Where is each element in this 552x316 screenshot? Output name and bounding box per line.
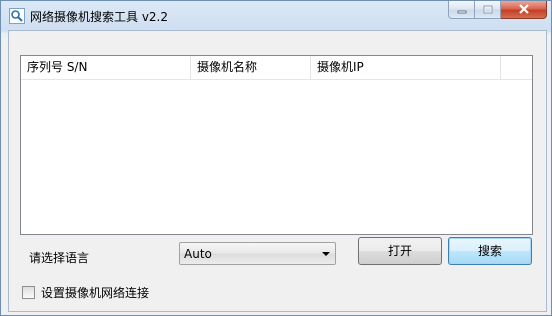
maximize-icon <box>483 3 493 17</box>
open-button[interactable]: 打开 <box>358 237 442 265</box>
network-setting-row[interactable]: 设置摄像机网络连接 <box>22 284 149 301</box>
caption-buttons <box>448 1 547 20</box>
language-select-value: Auto <box>184 247 212 261</box>
column-header-camera-name[interactable]: 摄像机名称 <box>191 56 311 79</box>
chevron-down-icon <box>322 252 330 256</box>
network-setting-checkbox[interactable] <box>22 286 35 299</box>
close-icon <box>518 3 530 17</box>
column-header-camera-ip[interactable]: 摄像机IP <box>311 56 501 79</box>
client-area: 序列号 S/N 摄像机名称 摄像机IP 请选择语言 Auto 打开 搜索 设置摄… <box>8 30 547 312</box>
close-button[interactable] <box>501 1 547 19</box>
column-header-empty <box>501 56 532 79</box>
app-window: 网络摄像机搜索工具 v2.2 序列号 S/N 摄像机名称 摄像机IP 请选择语言… <box>0 0 552 316</box>
maximize-button[interactable] <box>475 1 501 19</box>
language-select[interactable]: Auto <box>179 242 336 265</box>
camera-list[interactable]: 序列号 S/N 摄像机名称 摄像机IP <box>20 55 533 235</box>
language-label: 请选择语言 <box>29 251 90 265</box>
minimize-icon <box>457 3 467 17</box>
magnifier-icon <box>9 8 25 24</box>
window-title: 网络摄像机搜索工具 v2.2 <box>30 10 169 24</box>
search-button[interactable]: 搜索 <box>448 237 532 265</box>
column-header-serial[interactable]: 序列号 S/N <box>21 56 191 79</box>
network-setting-label: 设置摄像机网络连接 <box>41 286 150 300</box>
minimize-button[interactable] <box>448 1 475 19</box>
list-header: 序列号 S/N 摄像机名称 摄像机IP <box>21 56 532 80</box>
title-bar[interactable]: 网络摄像机搜索工具 v2.2 <box>1 1 551 30</box>
